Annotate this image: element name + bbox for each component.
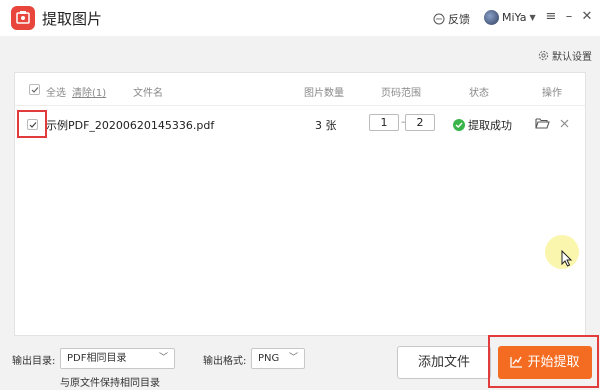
page-to-input[interactable]: 2 [405, 114, 435, 131]
column-filename: 文件名 [133, 88, 163, 99]
page-from-input[interactable]: 1 [369, 114, 399, 131]
minimize-icon[interactable]: – [560, 8, 578, 26]
avatar [484, 10, 499, 25]
status-badge: 提取成功 [453, 117, 512, 133]
chat-bubble-icon [433, 13, 445, 25]
output-format-value: PNG [258, 353, 280, 364]
chevron-down-icon: ﹀ [158, 353, 168, 363]
caret-down-icon: ▼ [529, 13, 536, 22]
column-action: 操作 [542, 88, 562, 99]
feedback-button[interactable]: 反馈 [433, 11, 470, 27]
delete-x-icon[interactable] [560, 119, 569, 128]
clear-link[interactable]: 清除(1) [72, 84, 106, 99]
select-all-checkbox[interactable] [29, 84, 40, 95]
row-checkbox-highlight [17, 110, 47, 138]
output-dir-value: PDF相同目录 [67, 353, 127, 364]
start-extract-label: 开始提取 [527, 355, 580, 370]
add-file-button[interactable]: 添加文件 [397, 346, 491, 379]
start-extract-button[interactable]: 开始提取 [498, 346, 592, 379]
table-header: 全选 清除(1) 文件名 图片数量 页码范围 状态 操作 [15, 73, 585, 106]
output-dir-hint: 与原文件保持相同目录 [60, 378, 160, 389]
column-count: 图片数量 [304, 88, 344, 99]
app-logo-icon [11, 6, 35, 30]
user-menu[interactable]: MiYa ▼ [484, 10, 536, 25]
menu-icon[interactable]: ≡ [542, 8, 560, 26]
title-bar: 提取图片 反馈 MiYa ▼ ≡ – ✕ [0, 0, 600, 36]
status-text: 提取成功 [468, 119, 512, 132]
output-dir-label: 输出目录: [12, 356, 56, 367]
output-format-select[interactable]: PNG ﹀ [251, 348, 305, 369]
chevron-down-icon: ﹀ [288, 353, 298, 363]
output-dir-select[interactable]: PDF相同目录 ﹀ [60, 348, 175, 369]
gear-icon [538, 50, 549, 61]
folder-open-icon[interactable] [535, 117, 550, 129]
file-list-panel: 全选 清除(1) 文件名 图片数量 页码范围 状态 操作 示例PDF_20200… [14, 72, 586, 336]
default-settings-button[interactable]: 默认设置 [538, 48, 592, 63]
output-format-label: 输出格式: [203, 356, 247, 367]
file-name: 示例PDF_20200620145336.pdf [46, 119, 215, 132]
column-status: 状态 [469, 88, 489, 99]
check-circle-icon [453, 119, 465, 131]
app-title: 提取图片 [42, 10, 103, 28]
extract-icon [510, 356, 523, 368]
default-settings-label: 默认设置 [552, 52, 592, 63]
image-count: 3 张 [315, 119, 337, 132]
username: MiYa [502, 11, 527, 24]
close-icon[interactable]: ✕ [578, 8, 596, 26]
column-range: 页码范围 [381, 88, 421, 99]
select-all-label[interactable]: 全选 [46, 84, 66, 99]
mouse-cursor-icon [561, 250, 573, 267]
feedback-label: 反馈 [448, 13, 470, 26]
table-row: 示例PDF_20200620145336.pdf 3 张 1 – 2 提取成功 [15, 106, 585, 142]
